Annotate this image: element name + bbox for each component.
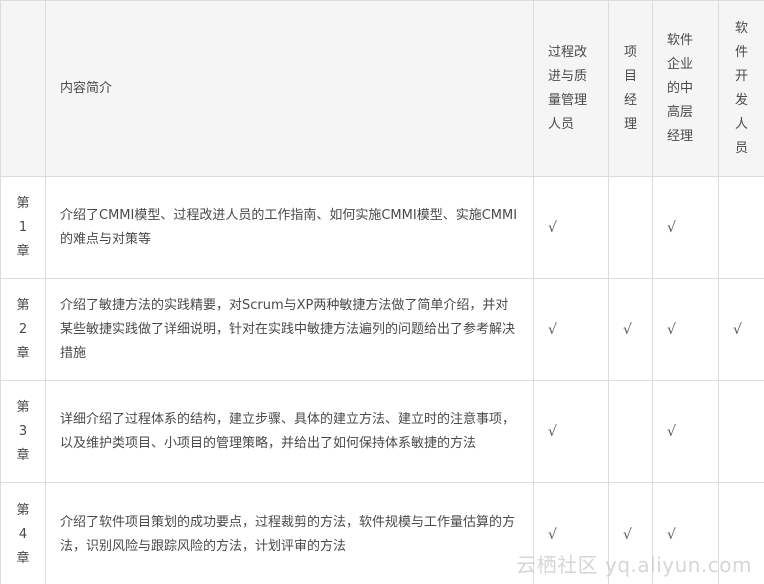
description-cell: 介绍了软件项目策划的成功要点，过程裁剪的方法，软件规模与工作量估算的方法，识别风… — [45, 482, 534, 584]
description-cell: 详细介绍了过程体系的结构，建立步骤、具体的建立方法、建立时的注意事项，以及维护类… — [45, 380, 534, 483]
checkmark-cell — [608, 176, 653, 279]
checkmark-cell: √ — [718, 278, 764, 381]
checkmark-cell: √ — [652, 278, 719, 381]
checkmark-cell: √ — [533, 278, 609, 381]
header-audience-2: 项 目 经 理 — [608, 0, 653, 177]
header-description: 内容简介 — [45, 0, 534, 177]
chapter-cell: 第 1 章 — [0, 176, 46, 279]
checkmark-cell — [718, 380, 764, 483]
checkmark-cell: √ — [652, 380, 719, 483]
chapter-cell: 第 2 章 — [0, 278, 46, 381]
table-row: 第 1 章 介绍了CMMI模型、过程改进人员的工作指南、如何实施CMMI模型、实… — [0, 176, 764, 279]
book-content-table: 内容简介 过程改 进与质 量管理 人员 项 目 经 理 软件 企业 的中 高层 … — [0, 0, 764, 584]
description-cell: 介绍了敏捷方法的实践精要，对Scrum与XP两种敏捷方法做了简单介绍，并对某些敏… — [45, 278, 534, 381]
checkmark-cell: √ — [533, 176, 609, 279]
checkmark-cell: √ — [533, 380, 609, 483]
header-chapter — [0, 0, 46, 177]
watermark: 云栖社区 yq.aliyun.com — [516, 553, 752, 577]
checkmark-cell: √ — [608, 278, 653, 381]
page: 内容简介 过程改 进与质 量管理 人员 项 目 经 理 软件 企业 的中 高层 … — [0, 0, 764, 584]
table-row: 第 3 章 详细介绍了过程体系的结构，建立步骤、具体的建立方法、建立时的注意事项… — [0, 380, 764, 483]
table-header-row: 内容简介 过程改 进与质 量管理 人员 项 目 经 理 软件 企业 的中 高层 … — [0, 0, 764, 177]
checkmark-cell: √ — [652, 176, 719, 279]
chapter-cell: 第 3 章 — [0, 380, 46, 483]
checkmark-cell — [608, 380, 653, 483]
header-audience-3: 软件 企业 的中 高层 经理 — [652, 0, 719, 177]
header-audience-4: 软 件 开 发 人 员 — [718, 0, 764, 177]
chapter-cell: 第 4 章 — [0, 482, 46, 584]
table-row: 第 2 章 介绍了敏捷方法的实践精要，对Scrum与XP两种敏捷方法做了简单介绍… — [0, 278, 764, 381]
description-cell: 介绍了CMMI模型、过程改进人员的工作指南、如何实施CMMI模型、实施CMMI的… — [45, 176, 534, 279]
header-audience-1: 过程改 进与质 量管理 人员 — [533, 0, 609, 177]
checkmark-cell — [718, 176, 764, 279]
